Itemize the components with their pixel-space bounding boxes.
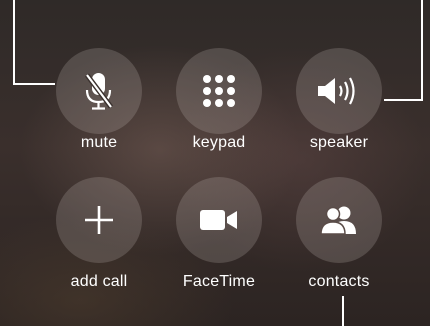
- keypad-button[interactable]: [176, 48, 262, 134]
- callout-line-left-vertical: [13, 0, 15, 85]
- callout-line-left-horizontal: [13, 83, 55, 85]
- facetime-label: FaceTime: [182, 273, 256, 290]
- plus-icon: [84, 205, 114, 235]
- callout-line-right-vertical: [421, 0, 423, 101]
- contacts-label: contacts: [308, 273, 370, 290]
- mute-button[interactable]: [56, 48, 142, 134]
- mute-label: mute: [80, 134, 118, 151]
- add-call-button[interactable]: [56, 177, 142, 263]
- add-call-label: add call: [70, 273, 128, 290]
- speaker-label: speaker: [309, 134, 369, 151]
- contacts-button[interactable]: [296, 177, 382, 263]
- keypad-grid-icon: [201, 73, 237, 109]
- keypad-label: keypad: [192, 134, 246, 151]
- facetime-button[interactable]: [176, 177, 262, 263]
- mic-slash-icon: [82, 71, 116, 111]
- speaker-icon: [316, 75, 362, 107]
- callout-line-right-horizontal: [384, 99, 423, 101]
- callout-line-bottom-vertical: [342, 296, 344, 326]
- video-camera-icon: [199, 208, 239, 232]
- contacts-icon: [318, 205, 360, 235]
- speaker-button[interactable]: [296, 48, 382, 134]
